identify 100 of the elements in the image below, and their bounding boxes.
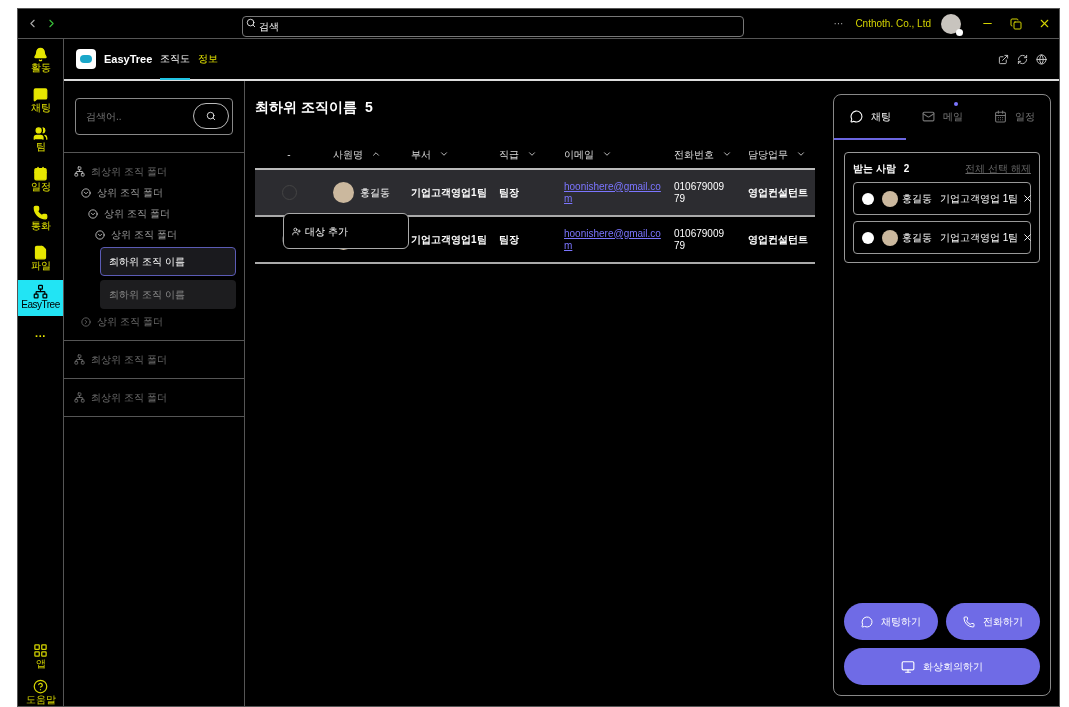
avatar (882, 190, 898, 207)
sidebar-item[interactable]: 채팅 (18, 82, 63, 118)
table-cell-text: 팀장 (499, 186, 520, 200)
chevron-circle-icon (81, 187, 91, 198)
table-cell-text: 영업컨설턴트 (748, 186, 809, 200)
search-icon (206, 111, 216, 121)
column-header[interactable]: 사원명 (323, 146, 411, 162)
envelope-icon (921, 110, 935, 123)
company-name: Cnthoth. Co., Ltd (855, 17, 931, 31)
sidebar-item[interactable]: 파일 (18, 240, 63, 276)
sidebar-item[interactable]: EasyTree (18, 280, 63, 316)
tree-folder[interactable]: 상위 조직 폴더 (64, 311, 244, 332)
app-logo (76, 49, 96, 69)
column-header[interactable]: 직급 (499, 146, 564, 162)
tree-folder[interactable]: 상위 조직 폴더 (64, 203, 244, 224)
action-button[interactable]: 전화하기 (946, 603, 1040, 640)
panel-tab[interactable]: 메일 (906, 95, 978, 140)
globe-icon[interactable] (1036, 53, 1047, 65)
search-field[interactable]: 검색어.. (75, 98, 233, 135)
recipients-title: 받는 사람 2 (853, 162, 910, 176)
recipient-dept: 기업고객영업 1팀 (940, 231, 1019, 245)
more-label[interactable]: ··· (833, 16, 844, 31)
table-cell-text: 팀장 (499, 233, 520, 247)
avatar (882, 229, 898, 246)
table-cell-text: 01067900979 (674, 180, 726, 205)
sidebar-item[interactable]: 팀 (18, 122, 63, 158)
clear-all-link[interactable]: 전체 선택 해제 (965, 161, 1031, 176)
recipient-chip[interactable]: 홍길동 기업고객영업 1팀 (853, 182, 1031, 215)
chat-bubble-icon (861, 615, 873, 628)
sidebar-item[interactable]: 도움말 (25, 678, 56, 706)
tree-folder[interactable]: 상위 조직 폴더 (64, 224, 244, 245)
recipient-name: 홍길동 (902, 192, 932, 206)
chat-bubble-icon (849, 110, 863, 123)
sidebar-item[interactable]: 활동 (18, 43, 63, 79)
header-tab[interactable]: 정보 (198, 38, 219, 80)
grid-icon (33, 643, 48, 658)
recipient-dept: 기업고객영업 1팀 (940, 192, 1019, 206)
column-header[interactable]: 담당업무 (748, 146, 818, 162)
panel-tab[interactable]: 일정 (978, 95, 1050, 140)
maximize-icon[interactable] (1010, 17, 1022, 30)
monitor-icon (901, 659, 915, 674)
recipient-chip[interactable]: 홍길동 기업고객영업 1팀 (853, 221, 1031, 254)
email-link[interactable]: hoonishere@gmail.com (564, 227, 662, 252)
phone-icon (963, 615, 975, 628)
calendar-icon (33, 165, 48, 181)
tree-folder[interactable]: 최상위 조직 폴더 (64, 387, 244, 408)
app-name: EasyTree (104, 51, 153, 67)
tree-folder[interactable]: 상위 조직 폴더 (64, 182, 244, 203)
table-cell-text: 기업고객영업1팀 (411, 233, 488, 247)
email-link[interactable]: hoonishere@gmail.com (564, 180, 662, 205)
chevron-circle-icon (81, 316, 91, 327)
close-icon[interactable] (1022, 232, 1034, 243)
employee-name: 홍길동 (360, 186, 390, 200)
chevron-circle-icon (88, 208, 98, 219)
panel-tab[interactable]: 채팅 (834, 95, 906, 140)
refresh-icon[interactable] (1017, 53, 1028, 65)
radio-button[interactable] (862, 231, 874, 244)
sidebar-item[interactable]: 통화 (18, 201, 63, 237)
share-icon[interactable] (998, 53, 1009, 65)
close-icon[interactable] (1038, 17, 1051, 30)
more-button[interactable]: ··· (18, 319, 63, 352)
radio-button[interactable] (862, 192, 874, 205)
sidebar-item[interactable]: 일정 (18, 161, 63, 197)
tree-folder[interactable]: 최상위 조직 폴더 (64, 161, 244, 182)
table-cell-text: 기업고객영업1팀 (411, 186, 488, 200)
org-chart-icon (74, 166, 85, 177)
column-header[interactable]: 부서 (411, 146, 499, 162)
search-icon (245, 18, 256, 28)
avatar[interactable] (941, 13, 961, 34)
recipient-name: 홍길동 (902, 231, 932, 245)
add-target-menu-item[interactable]: 대상 추가 (283, 213, 409, 249)
page-title: 최하위 조직이름 5 (255, 98, 374, 117)
tree-item[interactable]: 최하위 조직 이름 (100, 247, 236, 276)
chat-icon (33, 86, 48, 102)
table-cell-text: 영업컨설턴트 (748, 233, 809, 247)
org-chart-icon (33, 284, 48, 299)
header-tab[interactable]: 조직도 (160, 38, 191, 80)
action-button[interactable]: 화상회의하기 (844, 648, 1040, 685)
phone-icon (33, 205, 48, 220)
tree-item[interactable]: 최하위 조직 이름 (100, 280, 236, 309)
column-header[interactable]: - (255, 146, 323, 162)
add-user-icon (292, 226, 301, 236)
org-chart-icon (74, 392, 85, 403)
tree-folder[interactable]: 최상위 조직 폴더 (64, 349, 244, 370)
table-row[interactable]: 홍길동 기업고객영업1팀 팀장 hoonishere@gmail.com 01067900979 영업컨설턴트 (255, 170, 815, 217)
column-header[interactable]: 이메일 (564, 146, 674, 162)
people-icon (33, 126, 48, 141)
help-icon (33, 678, 48, 694)
action-button[interactable]: 채팅하기 (844, 603, 938, 640)
table-cell-text: 01067900979 (674, 227, 726, 252)
chevron-circle-icon (95, 229, 105, 240)
close-icon[interactable] (1022, 193, 1034, 204)
org-chart-icon (74, 354, 85, 365)
calendar-icon (993, 110, 1007, 123)
column-header[interactable]: 전화번호 (674, 146, 748, 162)
bell-icon (33, 47, 48, 62)
search-field[interactable]: 검색 (241, 16, 744, 37)
file-icon (33, 244, 48, 260)
avatar (333, 182, 354, 203)
sidebar-item[interactable]: 앱 (33, 643, 48, 671)
